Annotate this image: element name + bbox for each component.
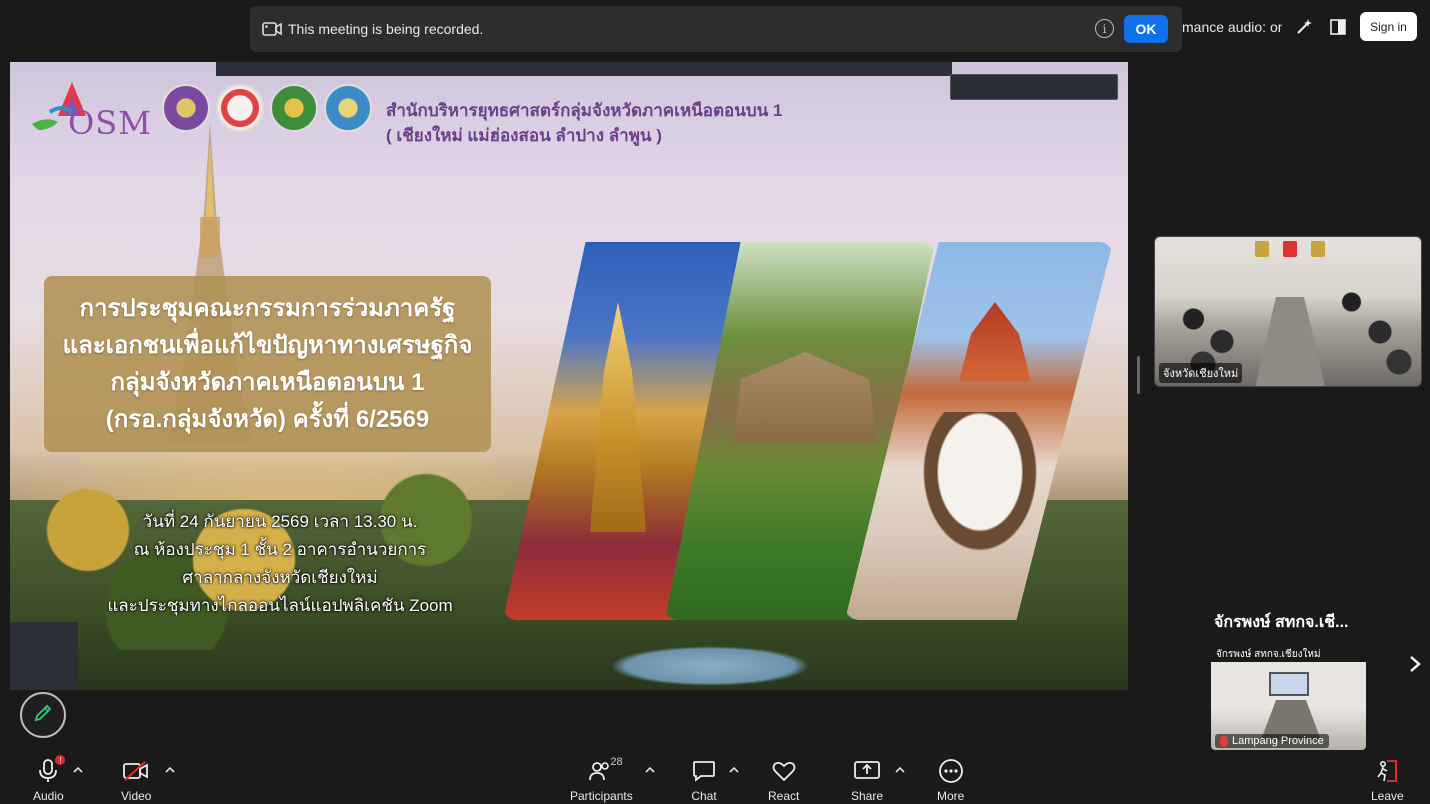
share-label: Share (851, 789, 884, 803)
share-button[interactable]: Share (851, 758, 883, 803)
more-ellipsis-icon (938, 758, 964, 784)
share-options-caret-icon[interactable] (894, 764, 906, 776)
meeting-title-line: การประชุมคณะกรรมการร่วมภาครัฐ (79, 295, 456, 322)
participants-options-caret-icon[interactable] (644, 764, 656, 776)
heart-icon (771, 758, 797, 784)
meeting-title-box: การประชุมคณะกรรมการร่วมภาครัฐ และเอกชนเพ… (44, 276, 491, 452)
video-label: Video (121, 789, 152, 803)
audio-button[interactable]: ! Audio (33, 755, 66, 803)
province-seal-maehongson (216, 84, 264, 132)
header-logos: OSM (28, 76, 372, 142)
annotate-button[interactable] (20, 692, 66, 738)
thumbnail-name: Lampang Province (1232, 735, 1324, 747)
golden-stupa (590, 302, 646, 532)
village-houses (733, 352, 877, 442)
video-tile-name: จังหวัดเชียงใหม่ (1159, 363, 1243, 383)
wall-emblems (1255, 241, 1325, 259)
recording-banner: This meeting is being recorded. i OK (250, 6, 1182, 52)
react-button[interactable]: React (768, 758, 799, 803)
participants-count: 28 (610, 756, 623, 768)
meeting-date: วันที่ 24 กันยายน 2569 เวลา 13.30 น. (142, 512, 418, 531)
video-button[interactable]: Video (121, 758, 151, 803)
attendees-right (1323, 282, 1418, 382)
meeting-title-line: (กรอ.กลุ่มจังหวัด) ครั้งที่ 6/2569 (105, 406, 430, 433)
slide-top-strip (216, 62, 952, 76)
thumbnail-top-name: จักรพงษ์ สทกจ.เชียงใหม่ (1216, 649, 1321, 660)
chat-options-caret-icon[interactable] (728, 764, 740, 776)
meeting-venue: ณ ห้องประชุม 1 ชั้น 2 อาคารอำนวยการ (133, 540, 427, 559)
muted-mic-icon (1220, 735, 1228, 747)
chat-label: Chat (691, 789, 717, 803)
osm-logo: OSM (28, 76, 156, 142)
meeting-details: วันที่ 24 กันยายน 2569 เวลา 13.30 น. ณ ห… (70, 508, 490, 620)
participants-icon: 28 (588, 756, 623, 784)
react-label: React (768, 789, 800, 803)
fountain-pond (610, 646, 810, 686)
participants-label: Participants (570, 789, 633, 803)
recording-message: This meeting is being recorded. (288, 21, 484, 37)
meeting-online-note: และประชุมทางไกลออนไลน์แอปพลิเคชัน Zoom (107, 596, 453, 615)
audio-label: Audio (33, 789, 64, 803)
room-screen (1269, 672, 1309, 696)
more-button[interactable]: More (937, 758, 964, 803)
office-title-line1: สำนักบริหารยุทธศาสตร์กลุ่มจังหวัดภาคเหนื… (386, 101, 783, 120)
white-horse (915, 412, 1045, 562)
chat-button[interactable]: Chat (691, 758, 717, 803)
view-layout-icon[interactable] (1326, 15, 1350, 39)
active-speaker-name: จักรพงษ์ สทกจ.เชี... (1214, 614, 1349, 631)
office-title: สำนักบริหารยุทธศาสตร์กลุ่มจังหวัดภาคเหนื… (386, 98, 782, 148)
province-seal-lampang (270, 84, 318, 132)
leave-label: Leave (1371, 789, 1404, 803)
meeting-title-line: กลุ่มจังหวัดภาคเหนือตอนบน 1 (110, 369, 425, 396)
slide-top-box (950, 74, 1118, 100)
zoom-meeting-window: This meeting is being recorded. i OK man… (0, 0, 1430, 804)
audio-alert-badge: ! (55, 755, 66, 765)
participant-thumbnail[interactable]: จักรพงษ์ สทกจ.เชียงใหม่ Lampang Province (1211, 644, 1366, 750)
meeting-title-line: และเอกชนเพื่อแก้ไขปัญหาทางเศรษฐกิจ (62, 332, 473, 359)
panel-resize-handle[interactable] (1137, 356, 1140, 394)
video-options-caret-icon[interactable] (164, 764, 176, 776)
next-page-chevron-icon[interactable] (1404, 650, 1426, 678)
meeting-building: ศาลากลางจังหวัดเชียงใหม่ (182, 568, 378, 587)
meeting-toolbar: ! Audio Video 28 Participants Chat React… (0, 752, 1430, 804)
chat-bubble-icon (691, 758, 717, 784)
pencil-icon (33, 703, 53, 728)
meeting-table (1255, 297, 1325, 386)
province-seal-lamphun (324, 84, 372, 132)
ok-button[interactable]: OK (1124, 15, 1168, 43)
office-title-line2: ( เชียงใหม่ แม่ฮ่องสอน ลำปาง ลำพูน ) (386, 126, 662, 145)
participant-video-tile[interactable]: จังหวัดเชียงใหม่ (1154, 236, 1422, 387)
top-right-controls: mance audio: on (1182, 12, 1350, 42)
slide-corner-box (10, 622, 78, 690)
shared-screen-slide: OSM สำนักบริหารยุทธศาสตร์กลุ่มจังหวัดภาค… (10, 62, 1128, 690)
leave-button[interactable]: Leave (1371, 758, 1404, 803)
recording-camera-icon (262, 21, 282, 37)
share-screen-icon (854, 758, 880, 784)
leave-door-icon (1374, 758, 1400, 784)
info-icon[interactable]: i (1095, 19, 1114, 38)
red-temple-roof (959, 302, 1031, 382)
video-off-icon (123, 758, 149, 784)
magic-wand-icon[interactable] (1292, 15, 1316, 39)
sign-in-button[interactable]: Sign in (1360, 12, 1417, 41)
participants-button[interactable]: 28 Participants (570, 756, 633, 803)
more-label: More (937, 789, 965, 803)
osm-logo-text: OSM (68, 104, 152, 142)
thumbnail-label: Lampang Province (1215, 734, 1329, 748)
audio-status-text[interactable]: mance audio: on (1182, 19, 1282, 35)
province-seal-chiangmai (162, 84, 210, 132)
audio-options-caret-icon[interactable] (72, 764, 84, 776)
microphone-icon: ! (35, 755, 66, 784)
